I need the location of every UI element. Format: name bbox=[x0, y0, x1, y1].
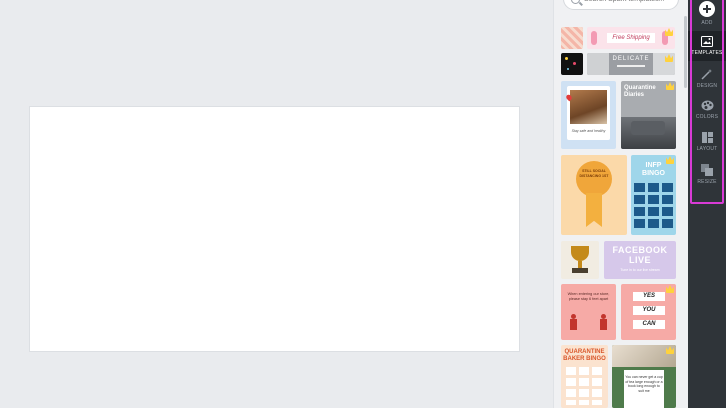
facebook-text: FACEBOOK bbox=[612, 245, 668, 255]
search-icon bbox=[571, 0, 580, 4]
template-facebook-live[interactable]: FACEBOOK LIVE Tune in to our live stream bbox=[604, 241, 676, 279]
template-quarantine-diaries[interactable]: Quarantine Diaries bbox=[621, 81, 676, 149]
baker-bingo-text: BAKER BINGO bbox=[563, 356, 606, 362]
template-tea-quote[interactable]: You can never get a cup of tea large eno… bbox=[612, 345, 676, 408]
still-social-text: STILL SOCIAL DISTANCING 1ST bbox=[579, 169, 609, 178]
can-text: CAN bbox=[633, 320, 665, 329]
delicate-text: DELICATE bbox=[612, 56, 650, 62]
design-canvas[interactable] bbox=[29, 106, 520, 352]
template-delicate[interactable]: DELICATE bbox=[587, 53, 675, 75]
bingo-text: BINGO bbox=[642, 170, 665, 177]
search-bar[interactable] bbox=[563, 0, 679, 10]
canvas-area bbox=[0, 0, 553, 408]
quarantine-diaries-text: Quarantine Diaries bbox=[624, 85, 656, 98]
dog-caption: Stay safe and healthy bbox=[571, 129, 606, 133]
search-input[interactable] bbox=[584, 0, 674, 3]
template-baker-bingo[interactable]: QUARANTINE BAKER BINGO bbox=[561, 345, 608, 408]
premium-crown-icon bbox=[666, 156, 674, 164]
rail-add[interactable]: ADD bbox=[688, 0, 726, 28]
rail-layout-label: LAYOUT bbox=[696, 146, 718, 152]
when-entering-text: When entering our store, please stay 6 f… bbox=[567, 292, 610, 301]
template-trophy[interactable] bbox=[561, 241, 599, 279]
template-stars[interactable] bbox=[561, 53, 583, 75]
right-toolbar: ADD TEMPLATES DESIGN COLORS LAYOUT RESIZ… bbox=[688, 0, 726, 408]
template-free-shipping[interactable]: Free Shipping bbox=[587, 27, 675, 49]
template-ribbon-badge[interactable]: STILL SOCIAL DISTANCING 1ST bbox=[561, 155, 627, 235]
quarantine-text: QUARANTINE bbox=[564, 349, 605, 355]
premium-crown-icon bbox=[666, 285, 674, 293]
facebook-subtitle: Tune in to our live stream bbox=[620, 268, 660, 272]
template-pattern-small[interactable] bbox=[561, 27, 583, 49]
rail-design-label: DESIGN bbox=[696, 82, 718, 89]
rail-design[interactable]: DESIGN bbox=[688, 63, 726, 93]
template-yes-you-can[interactable]: YES YOU CAN bbox=[621, 284, 676, 340]
rail-add-label: ADD bbox=[701, 19, 713, 26]
live-text: LIVE bbox=[628, 255, 651, 265]
you-text: YOU bbox=[633, 306, 665, 315]
templates-icon bbox=[701, 36, 713, 47]
template-dog-photo[interactable]: Stay safe and healthy bbox=[561, 81, 616, 149]
rail-layout[interactable]: LAYOUT bbox=[688, 127, 726, 157]
premium-crown-icon bbox=[666, 82, 674, 90]
rail-templates[interactable]: TEMPLATES bbox=[688, 31, 726, 61]
rail-templates-label: TEMPLATES bbox=[691, 50, 723, 56]
magic-wand-icon bbox=[701, 68, 712, 80]
yes-text: YES bbox=[633, 292, 665, 301]
rail-colors-label: COLORS bbox=[695, 114, 719, 120]
scrollbar[interactable] bbox=[684, 16, 687, 88]
layout-icon bbox=[701, 132, 713, 143]
template-infp-bingo[interactable]: INFP BINGO bbox=[631, 155, 676, 235]
free-shipping-text: Free Shipping bbox=[607, 33, 655, 43]
rail-resize[interactable]: RESIZE bbox=[688, 159, 726, 189]
add-icon bbox=[699, 0, 715, 17]
rail-colors[interactable]: COLORS bbox=[688, 95, 726, 125]
rail-resize-label: RESIZE bbox=[697, 178, 717, 185]
template-distancing[interactable]: When entering our store, please stay 6 f… bbox=[561, 284, 616, 340]
premium-crown-icon bbox=[665, 28, 673, 36]
templates-panel: Free Shipping DELICATE Stay safe and hea… bbox=[553, 0, 688, 408]
quote-text: You can never get a cup of tea large eno… bbox=[625, 375, 663, 393]
palette-icon bbox=[701, 100, 713, 111]
resize-icon bbox=[701, 163, 713, 176]
